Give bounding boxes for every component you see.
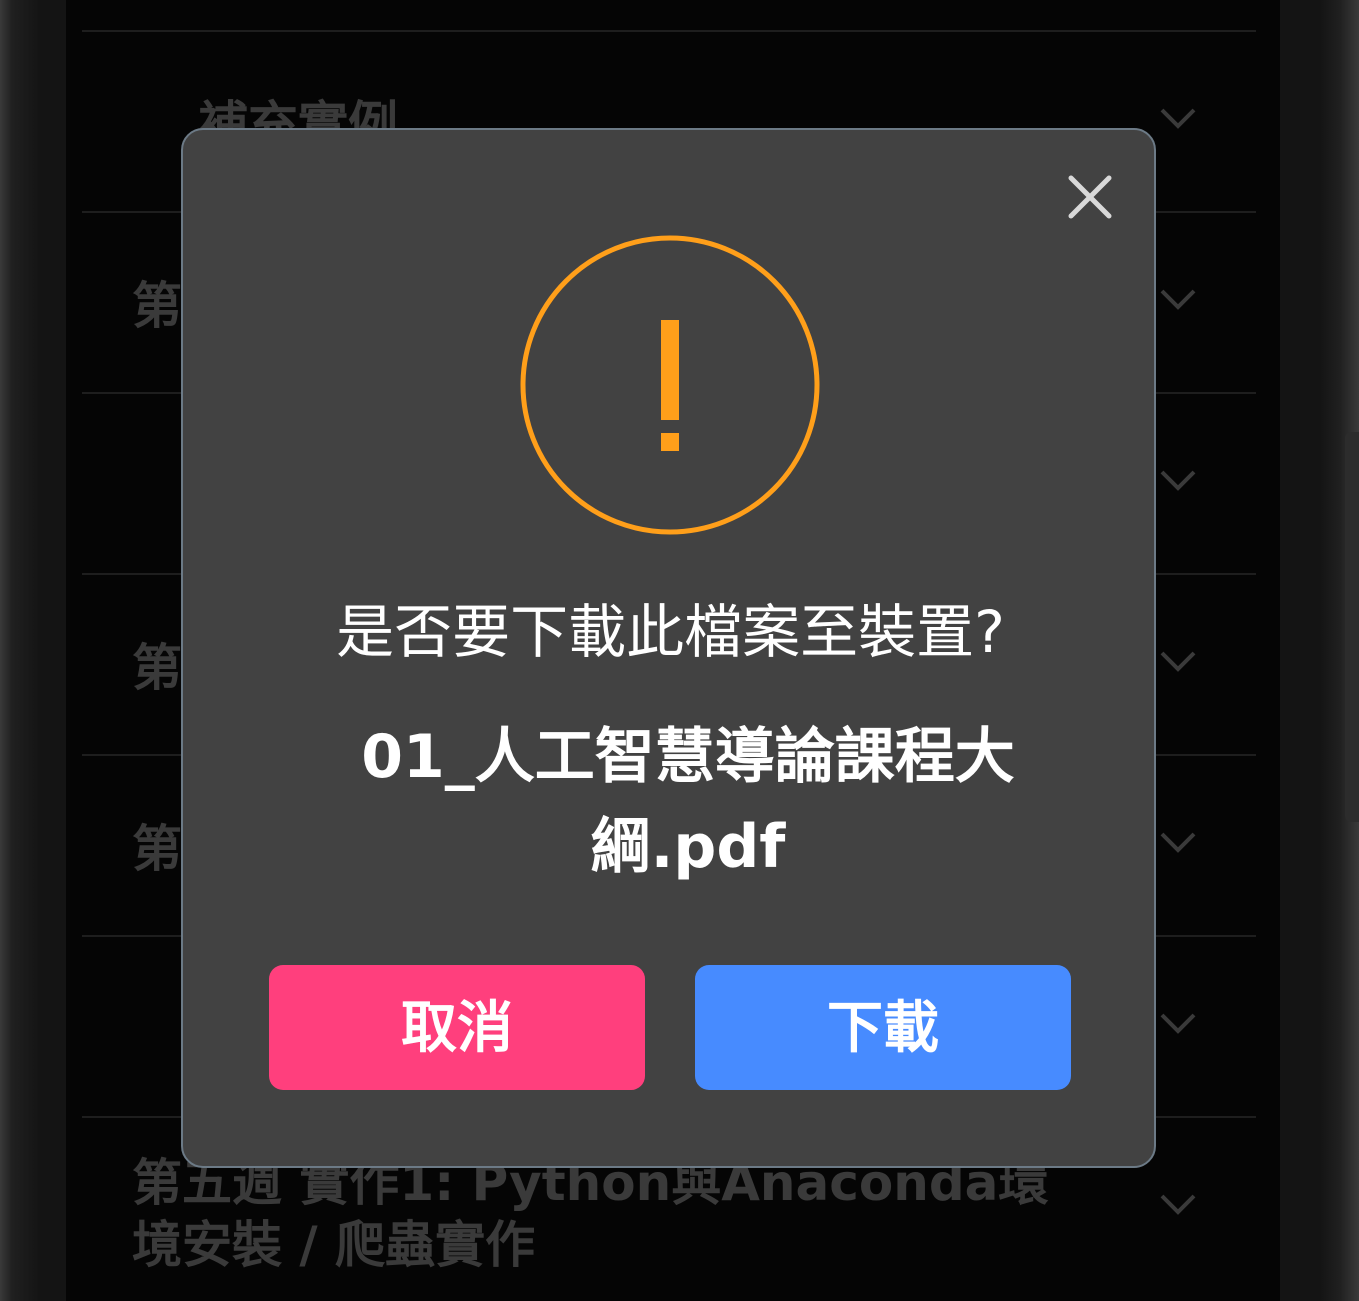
dialog-filename: 01_人工智慧導論課程大綱.pdf [361, 722, 1015, 882]
close-icon[interactable] [1065, 172, 1115, 222]
download-confirm-dialog: 是否要下載此檔案至裝置? 01_人工智慧導論課程大綱.pdf 取消 下載 [181, 128, 1156, 1168]
cancel-button[interactable]: 取消 [269, 965, 645, 1090]
warning-circle-icon [520, 235, 820, 535]
download-button[interactable]: 下載 [695, 965, 1071, 1090]
dialog-question: 是否要下載此檔案至裝置? [336, 598, 1005, 666]
